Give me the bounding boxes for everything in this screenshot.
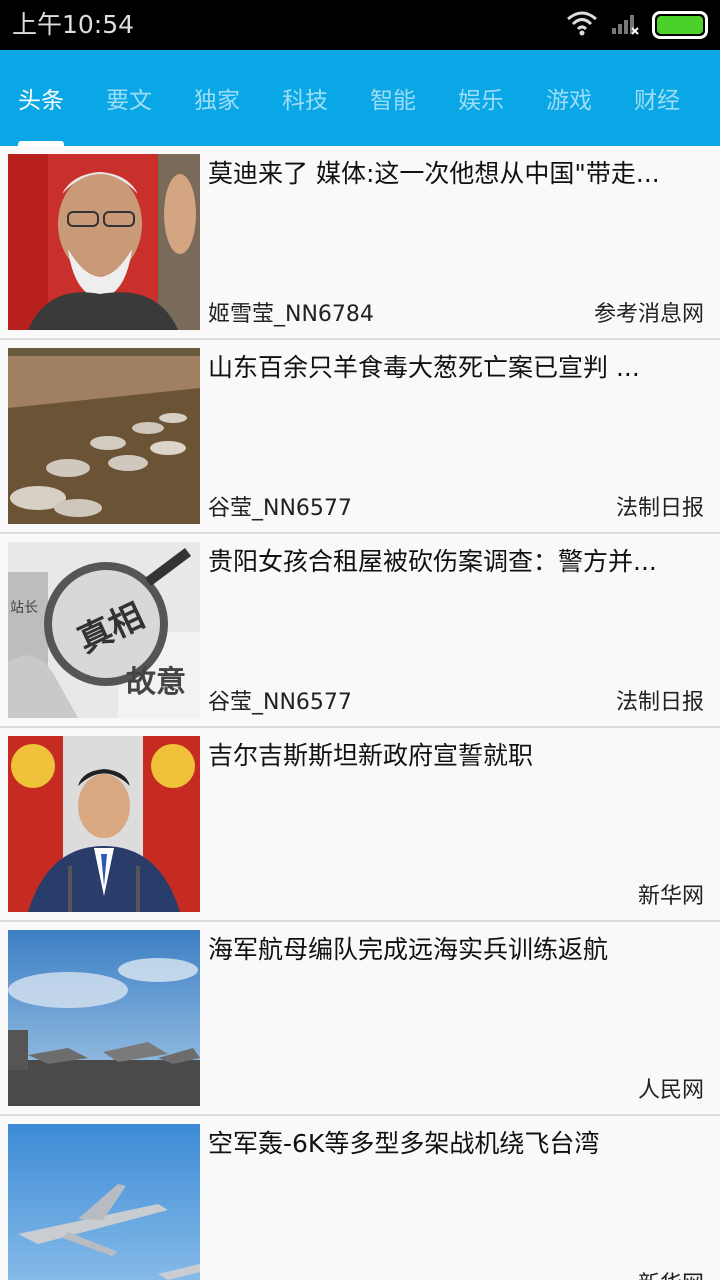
news-source: 法制日报 [615,690,704,715]
news-source: 人民网 [637,1078,704,1103]
news-source: 新华网 [638,1270,704,1280]
battery-level [657,16,703,34]
status-bar: 上午10:54 [0,0,720,50]
signal-icon [610,10,640,40]
news-author: 谷莹_NN6577 [208,690,352,715]
tab-zhineng[interactable]: 智能 [349,50,437,146]
tab-dujia[interactable]: 独家 [173,50,261,146]
news-author: 姬雪莹_NN6784 [208,302,374,327]
tab-yaowen[interactable]: 要文 [85,50,173,146]
news-title[interactable]: 海军航母编队完成远海实兵训练返航 [208,930,704,970]
news-source: 参考消息网 [593,302,704,327]
category-tab-bar: 头条 要文 独家 科技 智能 娱乐 游戏 财经 [0,50,720,146]
tab-youxi[interactable]: 游戏 [525,50,613,146]
news-title[interactable]: 吉尔吉斯斯坦新政府宣誓就职 [208,736,704,776]
news-item[interactable]: 海军航母编队完成远海实兵训练返航 人民网 [0,922,720,1116]
news-thumbnail [8,1124,200,1280]
news-author: 谷莹_NN6577 [208,496,352,521]
tab-toutiao[interactable]: 头条 [0,50,85,146]
news-thumbnail: 真相 故意 站长 [8,542,200,718]
news-item[interactable]: 真相 故意 站长 贵阳女孩合租屋被砍伤案调查：警方并... 谷莹_NN6577 … [0,534,720,728]
status-time: 上午10:54 [12,10,135,39]
battery-icon [652,11,708,39]
tab-keji[interactable]: 科技 [261,50,349,146]
news-source: 法制日报 [615,496,704,521]
news-source: 新华网 [637,884,704,909]
tab-caijing[interactable]: 财经 [613,50,701,146]
tab-yule[interactable]: 娱乐 [437,50,525,146]
news-item[interactable]: 吉尔吉斯斯坦新政府宣誓就职 新华网 [0,728,720,922]
news-title[interactable]: 空军轰-6K等多型多架战机绕飞台湾 [208,1124,704,1164]
news-thumbnail [8,736,200,912]
thumb-text-guyi: 故意 [126,665,186,700]
thumb-text-zhanzhang: 站长 [10,600,38,616]
news-item[interactable]: 空军轰-6K等多型多架战机绕飞台湾 新华网 [0,1116,720,1280]
news-thumbnail [8,930,200,1106]
news-title[interactable]: 山东百余只羊食毒大葱死亡案已宣判 ... [208,348,704,388]
news-feed[interactable]: 莫迪来了 媒体:这一次他想从中国"带走... 姬雪莹_NN6784 参考消息网 … [0,146,720,1280]
news-title[interactable]: 贵阳女孩合租屋被砍伤案调查：警方并... [208,542,704,582]
news-title[interactable]: 莫迪来了 媒体:这一次他想从中国"带走... [208,154,704,194]
news-item[interactable]: 莫迪来了 媒体:这一次他想从中国"带走... 姬雪莹_NN6784 参考消息网 [0,146,720,340]
status-icons [566,10,708,40]
news-thumbnail [8,154,200,330]
wifi-icon [566,10,598,40]
news-item[interactable]: 山东百余只羊食毒大葱死亡案已宣判 ... 谷莹_NN6577 法制日报 [0,340,720,534]
news-thumbnail [8,348,200,524]
